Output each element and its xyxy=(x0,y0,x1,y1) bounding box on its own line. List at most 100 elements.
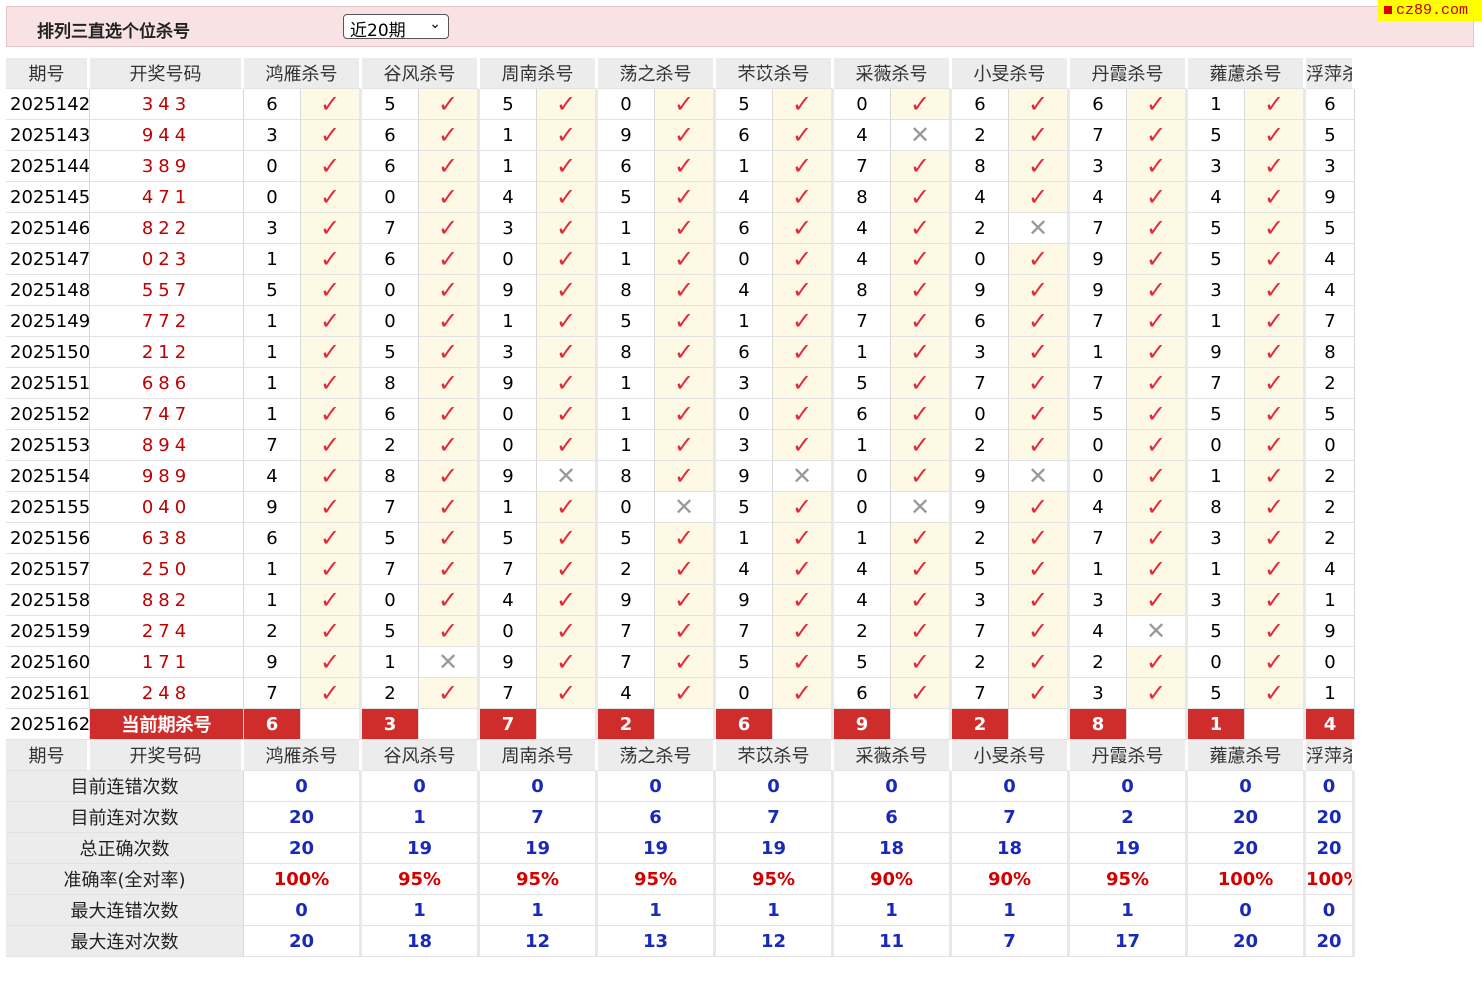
check-icon: ✓ xyxy=(319,275,341,304)
stats-value: 12 xyxy=(480,926,598,957)
hit-mark-cell: ✓ xyxy=(419,151,480,182)
miss-mark-cell: ✕ xyxy=(891,120,952,151)
kill-number-cell: 1 xyxy=(834,430,891,461)
kill-number-cell: 4 xyxy=(1188,182,1245,213)
hit-mark-cell: ✓ xyxy=(1245,151,1306,182)
kill-number-cell: 1 xyxy=(1188,89,1245,120)
kill-number-cell: 7 xyxy=(1188,368,1245,399)
kill-number-cell: 6 xyxy=(716,337,773,368)
check-icon: ✓ xyxy=(437,120,459,149)
kill-number-cell: 0 xyxy=(834,89,891,120)
table-row: 20251588821✓0✓4✓9✓9✓4✓3✓3✓3✓1✓全对 xyxy=(6,585,1355,616)
check-icon: ✓ xyxy=(1027,337,1049,366)
hit-mark-cell: ✓ xyxy=(891,213,952,244)
stats-value: 90% xyxy=(952,864,1070,895)
check-icon: ✓ xyxy=(791,554,813,583)
kill-number-cell: 3 xyxy=(480,213,537,244)
check-icon: ✓ xyxy=(555,89,577,118)
draw-number-cell: 989 xyxy=(90,461,244,492)
kill-number-cell: 5 xyxy=(716,647,773,678)
hit-mark-cell: ✓ xyxy=(1127,244,1188,275)
col-header-issue: 期号 xyxy=(6,740,90,771)
issue-cell: 2025156 xyxy=(6,523,90,554)
hit-mark-cell: ✓ xyxy=(301,306,362,337)
kill-number-cell: 6 xyxy=(952,306,1009,337)
draw-number-cell: 248 xyxy=(90,678,244,709)
kill-number-cell: 9 xyxy=(244,492,301,523)
stats-value: 0 xyxy=(1188,895,1306,926)
stats-value: 0 xyxy=(598,771,716,802)
check-icon: ✓ xyxy=(555,616,577,645)
hit-mark-cell: ✓ xyxy=(301,275,362,306)
hit-mark-cell: ✓ xyxy=(1009,678,1070,709)
hit-mark-cell: ✓ xyxy=(1127,554,1188,585)
kill-number-cell: 8 xyxy=(598,275,655,306)
kill-number-cell: 3 xyxy=(1070,678,1127,709)
kill-number-cell: 3 xyxy=(952,585,1009,616)
site-brand-link[interactable]: cz89.com xyxy=(1378,0,1482,21)
kill-number-cell: 5 xyxy=(1306,120,1355,151)
col-header-issue: 期号 xyxy=(6,58,90,89)
kill-number-cell: 6 xyxy=(244,89,301,120)
check-icon: ✓ xyxy=(1027,368,1049,397)
kill-number-cell: 5 xyxy=(1306,399,1355,430)
check-icon: ✓ xyxy=(1145,182,1167,211)
stats-value: 20 xyxy=(1188,926,1306,957)
stats-value: 0 xyxy=(1070,771,1188,802)
hit-mark-cell: ✓ xyxy=(419,368,480,399)
check-icon: ✓ xyxy=(791,616,813,645)
hit-mark-cell: ✓ xyxy=(419,523,480,554)
check-icon: ✓ xyxy=(1263,647,1285,676)
kill-number-cell: 7 xyxy=(952,616,1009,647)
hit-mark-cell: ✓ xyxy=(1245,120,1306,151)
kill-number-cell: 9 xyxy=(1306,616,1355,647)
kill-number-cell: 9 xyxy=(480,368,537,399)
hit-mark-cell: ✓ xyxy=(891,337,952,368)
hit-mark-cell: ✓ xyxy=(1245,244,1306,275)
kill-number-cell: 5 xyxy=(244,275,301,306)
kill-number-cell: 3 xyxy=(1070,585,1127,616)
col-header-expert: 小旻杀号 xyxy=(952,740,1070,771)
check-icon: ✓ xyxy=(909,430,931,459)
col-header-expert: 荡之杀号 xyxy=(598,740,716,771)
draw-number-cell: 882 xyxy=(90,585,244,616)
check-icon: ✓ xyxy=(1027,492,1049,521)
table-row: 20251550409✓7✓1✓0✕5✓0✕9✓4✓8✓2✓8 xyxy=(6,492,1355,523)
stats-value: 90% xyxy=(834,864,952,895)
check-icon: ✓ xyxy=(1263,616,1285,645)
hit-mark-cell: ✓ xyxy=(773,492,834,523)
check-icon: ✓ xyxy=(1145,430,1167,459)
kill-number-cell: 2 xyxy=(952,647,1009,678)
check-icon: ✓ xyxy=(555,492,577,521)
table-row: 20251538947✓2✓0✓1✓3✓1✓2✓0✓0✓0✓全对 xyxy=(6,430,1355,461)
hit-mark-cell: ✓ xyxy=(1245,182,1306,213)
kill-number-cell: 0 xyxy=(952,399,1009,430)
cross-icon: ✕ xyxy=(1027,461,1049,490)
check-icon: ✓ xyxy=(319,151,341,180)
check-icon: ✓ xyxy=(319,182,341,211)
check-icon: ✓ xyxy=(791,120,813,149)
check-icon: ✓ xyxy=(1145,554,1167,583)
kill-number-cell: 2 xyxy=(1306,368,1355,399)
kill-number-cell: 8 xyxy=(1188,492,1245,523)
miss-mark-cell: ✕ xyxy=(773,461,834,492)
col-header-expert: 芣苡杀号 xyxy=(716,740,834,771)
kill-number-cell: 0 xyxy=(716,244,773,275)
kill-number-cell: 4 xyxy=(834,554,891,585)
hit-mark-cell: ✓ xyxy=(655,213,716,244)
kill-number-cell: 9 xyxy=(1070,275,1127,306)
check-icon: ✓ xyxy=(437,182,459,211)
kill-number-cell: 0 xyxy=(362,182,419,213)
kill-number-cell: 6 xyxy=(244,523,301,554)
current-kill-number: 1 xyxy=(1188,709,1245,740)
kill-number-cell: 4 xyxy=(1306,275,1355,306)
kill-number-cell: 7 xyxy=(1306,306,1355,337)
current-empty-cell xyxy=(1009,709,1070,740)
kill-number-cell: 1 xyxy=(480,306,537,337)
current-kill-number: 6 xyxy=(716,709,773,740)
period-select[interactable]: 近20期 ⌄ xyxy=(343,14,449,41)
stats-value: 18 xyxy=(834,833,952,864)
col-header-expert: 谷风杀号 xyxy=(362,740,480,771)
hit-mark-cell: ✓ xyxy=(301,89,362,120)
hit-mark-cell: ✓ xyxy=(419,585,480,616)
